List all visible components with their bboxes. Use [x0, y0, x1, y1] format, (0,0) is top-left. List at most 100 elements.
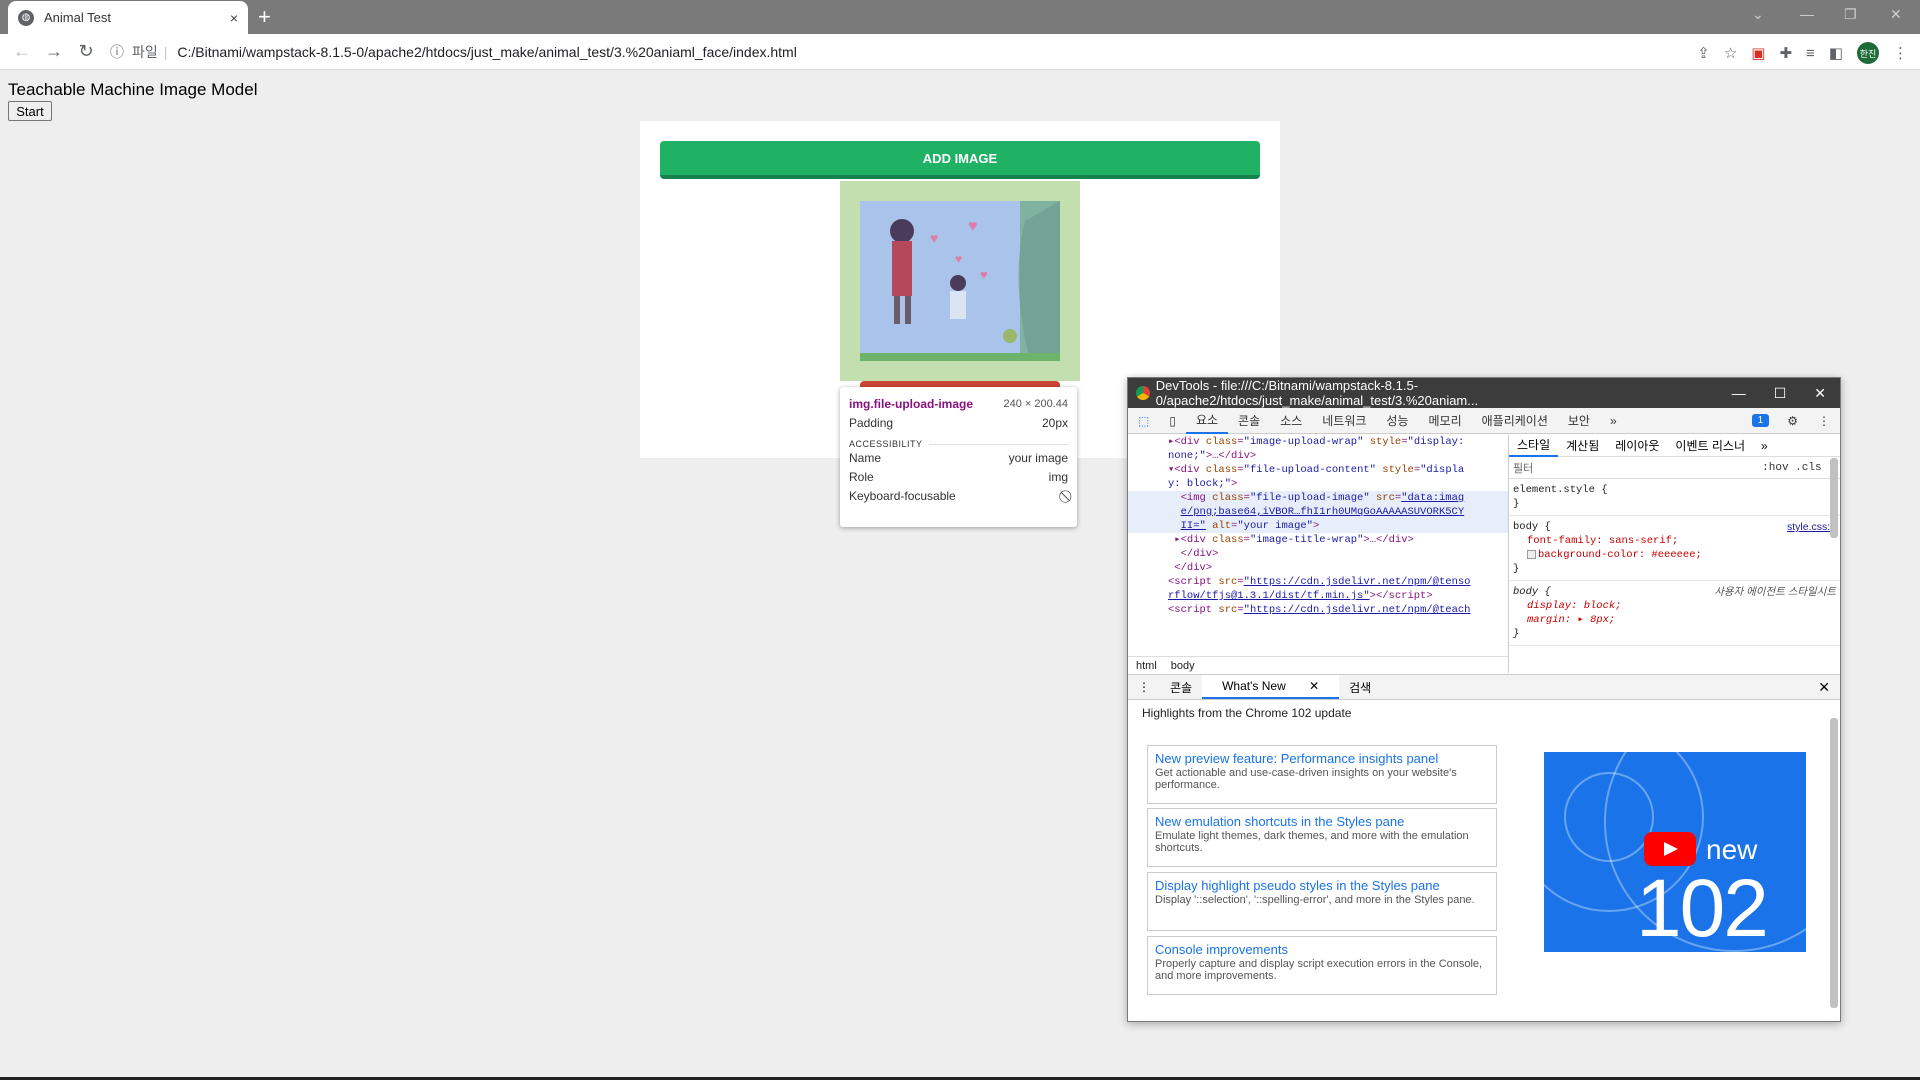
tab-title: Animal Test [44, 10, 111, 25]
styles-filter[interactable]: 필터 :hov .cls + [1509, 457, 1840, 479]
svg-text:♥: ♥ [968, 218, 978, 235]
restore-icon[interactable]: ❐ [1844, 6, 1857, 23]
elements-tree[interactable]: ▸<div class="image-upload-wrap" style="d… [1128, 435, 1508, 663]
youtube-play-icon[interactable] [1644, 832, 1696, 866]
forward-icon[interactable]: → [38, 41, 70, 62]
tab-application[interactable]: 애플리케이션 [1472, 412, 1558, 429]
dom-node[interactable]: <script src="https://cdn.jsdelivr.net/np… [1128, 603, 1508, 617]
dom-node-selected[interactable]: <img class="file-upload-image" src="data… [1128, 491, 1508, 505]
news-title[interactable]: New emulation shortcuts in the Styles pa… [1155, 813, 1489, 830]
add-image-button[interactable]: ADD IMAGE [660, 141, 1260, 179]
promo-version: 102 [1636, 863, 1769, 952]
close-icon[interactable]: ✕ [1299, 679, 1329, 693]
tooltip-role-row: Role img [849, 468, 1068, 487]
news-title[interactable]: Display highlight pseudo styles in the S… [1155, 877, 1489, 894]
close-window-icon[interactable]: ✕ [1890, 6, 1902, 23]
browser-toolbar: ← → ↻ ⓘ 파일 | C:/Bitnami/wampstack-8.1.5-… [0, 34, 1920, 70]
drawer-tab-search[interactable]: 검색 [1339, 679, 1381, 696]
dom-node[interactable]: <script src="https://cdn.jsdelivr.net/np… [1128, 575, 1508, 589]
tab-styles[interactable]: 스타일 [1509, 435, 1559, 457]
name-value: your image [1008, 451, 1068, 465]
devtools-close-icon[interactable]: ✕ [1814, 385, 1826, 402]
dom-node[interactable]: </div> [1128, 561, 1508, 575]
devtools-menu-icon[interactable]: ⋮ [1808, 414, 1840, 428]
url-text[interactable]: C:/Bitnami/wampstack-8.1.5-0/apache2/htd… [177, 44, 796, 60]
devtools-titlebar: DevTools - file:///C:/Bitnami/wampstack-… [1128, 378, 1840, 408]
start-button[interactable]: Start [8, 101, 52, 121]
dom-node[interactable]: y: block;"> [1128, 477, 1508, 491]
issues-badge[interactable]: 1 [1751, 414, 1770, 427]
news-item[interactable]: New emulation shortcuts in the Styles pa… [1147, 808, 1497, 867]
tab-close-button[interactable]: × [230, 10, 238, 26]
dom-node-selected[interactable]: e/png;base64,iVBOR…fhI1rh0UMqGoAAAAASUVO… [1128, 505, 1508, 519]
chevron-down-icon[interactable]: ⌄ [1752, 6, 1764, 23]
tab-event-listeners[interactable]: 이벤트 리스너 [1667, 437, 1753, 454]
devtools-maximize-icon[interactable]: ☐ [1774, 385, 1787, 402]
style-property[interactable]: background-color: #eeeeee; [1513, 548, 1836, 562]
puzzle-icon[interactable]: ✚ [1779, 44, 1792, 62]
share-icon[interactable]: ⇪ [1697, 44, 1710, 62]
minimize-icon[interactable]: — [1800, 6, 1814, 22]
globe-icon: ◍ [18, 9, 34, 26]
dom-node-selected[interactable]: II=" alt="your image"> [1128, 519, 1508, 533]
rule-source-link[interactable]: style.css:1 [1787, 520, 1836, 534]
dom-node[interactable]: ▾<div class="file-upload-content" style=… [1128, 463, 1508, 477]
styles-scrollbar[interactable] [1830, 458, 1838, 538]
scroll-up-arrow[interactable] [1828, 675, 1836, 715]
breadcrumb-html[interactable]: html [1136, 660, 1157, 672]
news-item[interactable]: Console improvements Properly capture an… [1147, 936, 1497, 995]
drawer-scrollbar[interactable] [1830, 718, 1838, 1008]
settings-gear-icon[interactable]: ⚙ [1777, 414, 1808, 428]
dom-node[interactable]: rflow/tfjs@1.3.1/dist/tf.min.js"></scrip… [1128, 589, 1508, 603]
style-property[interactable]: font-family: sans-serif; [1513, 534, 1836, 548]
more-tabs-button[interactable]: » [1600, 414, 1627, 428]
tab-console[interactable]: 콘솔 [1228, 412, 1270, 429]
dom-node[interactable]: ▸<div class="image-title-wrap">…</div> [1128, 533, 1508, 547]
tab-layout[interactable]: 레이아웃 [1607, 437, 1667, 454]
address-bar[interactable]: ⓘ 파일 | C:/Bitnami/wampstack-8.1.5-0/apac… [110, 38, 1690, 66]
inspect-element-icon[interactable]: ⬚ [1128, 414, 1159, 428]
chrome-102-video-thumbnail[interactable]: new 102 [1544, 752, 1806, 952]
rule-close: } [1513, 563, 1520, 575]
info-icon[interactable]: ⓘ [110, 42, 124, 62]
tab-memory[interactable]: 메모리 [1419, 412, 1472, 429]
news-title[interactable]: Console improvements [1155, 941, 1489, 958]
reading-list-icon[interactable]: ≡ [1806, 45, 1815, 62]
tab-computed[interactable]: 계산됨 [1558, 437, 1607, 454]
news-item[interactable]: New preview feature: Performance insight… [1147, 745, 1497, 804]
avatar[interactable]: 한진 [1857, 42, 1879, 64]
devtools-minimize-icon[interactable]: — [1732, 385, 1746, 402]
breadcrumb-body[interactable]: body [1171, 660, 1195, 672]
svg-text:♥: ♥ [930, 230, 938, 246]
back-icon[interactable]: ← [6, 41, 38, 62]
extension-red-icon[interactable]: ▣ [1751, 44, 1765, 62]
tab-elements[interactable]: 요소 [1185, 408, 1229, 434]
drawer-menu-icon[interactable]: ⋮ [1128, 680, 1160, 694]
dom-node[interactable]: none;">…</div> [1128, 449, 1508, 463]
tab-performance[interactable]: 성능 [1376, 412, 1418, 429]
browser-tab[interactable]: ◍ Animal Test × [8, 1, 248, 34]
bookmark-star-icon[interactable]: ☆ [1724, 44, 1737, 62]
dom-node[interactable]: ▸<div class="image-upload-wrap" style="d… [1128, 435, 1508, 449]
news-item[interactable]: Display highlight pseudo styles in the S… [1147, 872, 1497, 931]
tab-security[interactable]: 보안 [1558, 412, 1600, 429]
tab-sources[interactable]: 소스 [1270, 412, 1312, 429]
tab-network[interactable]: 네트워크 [1312, 412, 1376, 429]
side-panel-icon[interactable]: ◧ [1829, 44, 1843, 62]
device-toolbar-icon[interactable]: ▯ [1159, 414, 1186, 428]
color-swatch[interactable] [1527, 549, 1536, 559]
drawer-tab-console[interactable]: 콘솔 [1160, 679, 1202, 696]
new-tab-button[interactable]: + [258, 4, 271, 30]
more-style-tabs[interactable]: » [1753, 439, 1776, 453]
news-title[interactable]: New preview feature: Performance insight… [1155, 750, 1489, 767]
role-label: Role [849, 470, 874, 484]
reload-icon[interactable]: ↻ [70, 41, 102, 62]
style-rule[interactable]: body {사용자 에이전트 스타일시트 display: block; mar… [1509, 581, 1840, 646]
menu-kebab-icon[interactable]: ⋮ [1893, 44, 1908, 62]
filter-input[interactable]: 필터 [1513, 460, 1533, 476]
hov-cls-toggle[interactable]: :hov .cls [1762, 462, 1821, 474]
drawer-tab-whats-new[interactable]: What's New ✕ [1202, 675, 1340, 699]
style-rule[interactable]: body {style.css:1 font-family: sans-seri… [1509, 516, 1840, 581]
dom-node[interactable]: </div> [1128, 547, 1508, 561]
style-rule[interactable]: element.style { } [1509, 479, 1840, 516]
